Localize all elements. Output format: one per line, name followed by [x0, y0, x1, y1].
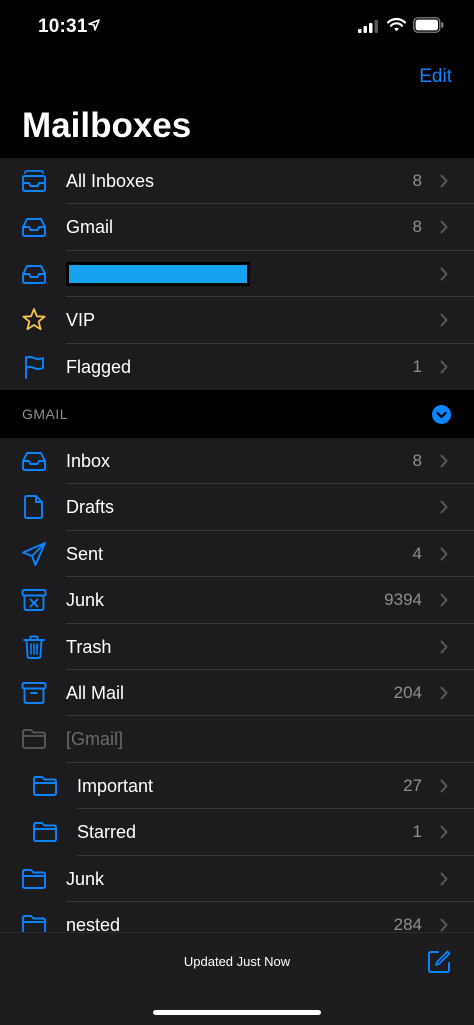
gmail-folders-list: Inbox 8 Drafts Sent 4 Junk 9394 Trash Al… [0, 438, 474, 949]
account-section-header[interactable]: GMAIL [0, 391, 474, 437]
mailbox-row-flagged[interactable]: Flagged 1 [0, 344, 474, 390]
folder-label: Drafts [66, 497, 115, 518]
mailbox-row-redacted-account[interactable] [0, 251, 474, 298]
unread-count: 8 [412, 217, 422, 237]
chevron-down-icon [436, 411, 447, 419]
battery-icon [413, 17, 444, 33]
folder-label: Important [77, 775, 154, 796]
mailbox-label: Flagged [66, 356, 132, 377]
chevron-right-icon [440, 220, 448, 234]
chevron-right-icon [440, 547, 448, 561]
mailbox-label: Gmail [66, 217, 114, 238]
chevron-right-icon [440, 174, 448, 188]
junk-box-icon [21, 589, 47, 612]
chevron-right-icon [440, 825, 448, 839]
chevron-right-icon [440, 500, 448, 514]
chevron-right-icon [440, 454, 448, 468]
folder-row-important[interactable]: Important 27 [0, 763, 474, 810]
document-icon [24, 495, 43, 520]
location-arrow-icon [88, 19, 100, 31]
folder-icon [33, 822, 57, 843]
inbox-icon [22, 264, 46, 284]
status-time: 10:31 [38, 16, 88, 37]
folder-icon [33, 775, 57, 796]
unread-count: 8 [412, 451, 422, 470]
compose-icon[interactable] [426, 949, 452, 975]
folder-row-junk-folder[interactable]: Junk [0, 856, 474, 903]
home-indicator[interactable] [153, 1010, 321, 1015]
mailbox-label [66, 251, 250, 297]
update-status: Updated Just Now [183, 954, 291, 969]
folder-label: Junk [66, 868, 105, 889]
folder-row-inbox[interactable]: Inbox 8 [0, 438, 474, 485]
folder-row-sent[interactable]: Sent 4 [0, 531, 474, 578]
unread-count: 27 [403, 775, 422, 795]
folder-row-trash[interactable]: Trash [0, 624, 474, 671]
unread-count: 1 [412, 822, 422, 842]
mailbox-row-gmail[interactable]: Gmail 8 [0, 204, 474, 252]
flag-icon [25, 355, 44, 379]
folder-label: Junk [66, 590, 105, 611]
all-inboxes-icon [22, 170, 46, 192]
folder-row-gmail-parent: [Gmail] [0, 716, 474, 764]
folder-label: Starred [77, 822, 137, 843]
folder-row-all-mail[interactable]: All Mail 204 [0, 670, 474, 717]
archive-box-icon [21, 682, 47, 704]
unread-count: 204 [393, 682, 422, 702]
chevron-right-icon [440, 779, 448, 793]
collapse-button[interactable] [432, 405, 451, 424]
chevron-right-icon [440, 918, 448, 932]
unread-count: 8 [412, 171, 422, 190]
status-bar: 10:31 [0, 0, 474, 54]
mailbox-row-vip[interactable]: VIP [0, 297, 474, 344]
folder-row-drafts[interactable]: Drafts [0, 484, 474, 532]
chevron-right-icon [440, 640, 448, 654]
mailbox-row-all-inboxes[interactable]: All Inboxes 8 [0, 158, 474, 205]
page-title: Mailboxes [22, 106, 192, 145]
folder-icon [22, 868, 46, 889]
folder-label: Sent [66, 543, 104, 564]
folder-icon [22, 729, 46, 750]
chevron-right-icon [440, 267, 448, 281]
inbox-icon [22, 218, 46, 238]
chevron-right-icon [440, 686, 448, 700]
star-icon [22, 308, 46, 331]
favorites-list: All Inboxes 8 Gmail 8 VIP Flagged 1 [0, 158, 474, 390]
trash-icon [23, 635, 45, 659]
folder-label: [Gmail] [66, 729, 124, 750]
folder-row-junk[interactable]: Junk 9394 [0, 577, 474, 624]
redaction-bar [66, 262, 250, 287]
paper-plane-icon [22, 541, 46, 566]
chevron-right-icon [440, 872, 448, 886]
chevron-right-icon [440, 313, 448, 327]
unread-count: 9394 [384, 590, 422, 610]
chevron-right-icon [440, 360, 448, 374]
edit-button[interactable]: Edit [419, 66, 452, 88]
folder-label: Inbox [66, 451, 111, 471]
folder-label: All Mail [66, 682, 125, 703]
mailbox-label: All Inboxes [66, 171, 155, 191]
unread-count: 1 [412, 356, 422, 376]
mailbox-label: VIP [66, 310, 96, 331]
section-label: GMAIL [22, 406, 69, 422]
unread-count: 4 [412, 543, 422, 563]
inbox-icon [22, 452, 46, 471]
wifi-icon [387, 17, 406, 32]
folder-row-starred[interactable]: Starred 1 [0, 809, 474, 856]
folder-label: Trash [66, 636, 112, 657]
chevron-right-icon [440, 593, 448, 607]
cellular-signal-icon [358, 20, 378, 33]
